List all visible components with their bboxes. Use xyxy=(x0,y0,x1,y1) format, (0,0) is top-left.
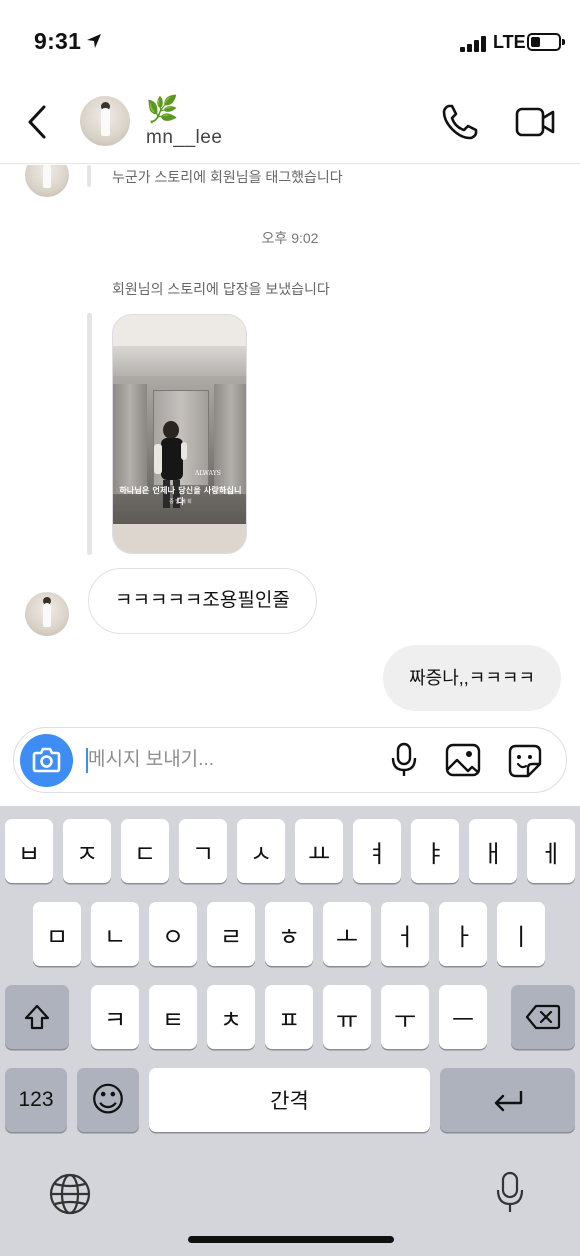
key[interactable]: ㅓ xyxy=(381,902,429,966)
space-key[interactable]: 간격 xyxy=(149,1068,430,1132)
camera-button[interactable] xyxy=(20,734,73,787)
return-key[interactable] xyxy=(440,1068,575,1132)
key[interactable]: ㅎ xyxy=(265,902,313,966)
key[interactable]: ㅡ xyxy=(439,985,487,1049)
avatar[interactable] xyxy=(80,96,130,146)
image-icon[interactable] xyxy=(444,742,482,778)
space-key-label: 간격 xyxy=(270,1090,309,1113)
key[interactable]: ㅁ xyxy=(33,902,81,966)
key[interactable]: ㅂ xyxy=(5,819,53,883)
message-timestamp: 오후 9:02 xyxy=(261,230,319,246)
key[interactable]: ㅣ xyxy=(497,902,545,966)
phone-icon[interactable] xyxy=(440,102,480,142)
key[interactable]: ㅐ xyxy=(469,819,517,883)
backspace-icon xyxy=(525,1004,561,1030)
camera-icon xyxy=(32,747,61,773)
story-subcaption: 중 앙 대 회 xyxy=(169,499,192,505)
key[interactable]: ㅠ xyxy=(323,985,371,1049)
globe-icon[interactable] xyxy=(48,1172,92,1216)
key[interactable]: ㄴ xyxy=(91,902,139,966)
battery-icon xyxy=(527,33,565,51)
shift-key[interactable] xyxy=(5,985,69,1049)
key[interactable]: ㄱ xyxy=(179,819,227,883)
location-arrow-icon xyxy=(87,34,101,48)
received-message[interactable]: ㅋㅋㅋㅋㅋ조용필인줄 xyxy=(88,568,317,634)
key[interactable]: ㅋ xyxy=(91,985,139,1049)
key[interactable]: ㅊ xyxy=(207,985,255,1049)
numbers-key[interactable]: 123 xyxy=(5,1068,67,1132)
key[interactable]: ㅔ xyxy=(527,819,575,883)
quote-bar xyxy=(87,313,92,555)
key[interactable]: ㅅ xyxy=(237,819,285,883)
key[interactable]: ㅗ xyxy=(323,902,371,966)
key[interactable]: ㅈ xyxy=(63,819,111,883)
shift-icon xyxy=(24,1004,50,1030)
network-type: LTE xyxy=(493,32,526,52)
video-camera-icon[interactable] xyxy=(514,104,556,140)
chat-header: 🌿 mn__lee xyxy=(0,80,580,164)
key[interactable]: ㅛ xyxy=(295,819,343,883)
sent-message[interactable]: 짜증나,,ㅋㅋㅋㅋ xyxy=(383,645,561,711)
home-indicator xyxy=(188,1236,394,1243)
key[interactable]: ㅇ xyxy=(149,902,197,966)
key[interactable]: ㅏ xyxy=(439,902,487,966)
cell-signal-icon xyxy=(460,36,488,52)
avatar[interactable] xyxy=(25,592,69,636)
tag-notice: 누군가 스토리에 회원님을 태그했습니다 xyxy=(112,169,343,185)
numbers-key-label: 123 xyxy=(18,1088,54,1111)
story-photo: ALWAYS 하나님은 언제나 당신을 사랑하십니다 중 앙 대 회 xyxy=(113,346,246,553)
username[interactable]: mn__lee xyxy=(146,127,222,149)
key[interactable]: ㅑ xyxy=(411,819,459,883)
return-icon xyxy=(494,1091,522,1112)
delete-key[interactable] xyxy=(511,985,575,1049)
key[interactable]: ㄹ xyxy=(207,902,255,966)
microphone-icon[interactable] xyxy=(387,741,421,779)
avatar[interactable] xyxy=(25,165,69,197)
key[interactable]: ㅌ xyxy=(149,985,197,1049)
status-time: 9:31 xyxy=(34,28,82,54)
reply-notice: 회원님의 스토리에 답장을 보냈습니다 xyxy=(112,281,330,297)
message-list[interactable]: 누군가 스토리에 회원님을 태그했습니다 오후 9:02 회원님의 스토리에 답… xyxy=(0,165,580,721)
status-bar: 9:31 LTE xyxy=(0,0,580,80)
story-badge: ALWAYS xyxy=(195,470,221,477)
key[interactable]: ㅍ xyxy=(265,985,313,1049)
leaf-emoji: 🌿 xyxy=(146,94,179,124)
emoji-key[interactable]: ☺ xyxy=(77,1068,139,1132)
chevron-left-icon[interactable] xyxy=(22,102,54,142)
key[interactable]: ㅜ xyxy=(381,985,429,1049)
quote-bar xyxy=(87,165,91,187)
key[interactable]: ㅕ xyxy=(353,819,401,883)
sticker-icon[interactable] xyxy=(506,742,544,780)
emoji-icon: ☺ xyxy=(90,1080,126,1120)
microphone-icon[interactable] xyxy=(494,1170,526,1216)
message-input[interactable] xyxy=(88,746,378,774)
key[interactable]: ㄷ xyxy=(121,819,169,883)
message-composer xyxy=(13,727,567,793)
story-reply-thumbnail[interactable]: ALWAYS 하나님은 언제나 당신을 사랑하십니다 중 앙 대 회 xyxy=(112,314,247,554)
